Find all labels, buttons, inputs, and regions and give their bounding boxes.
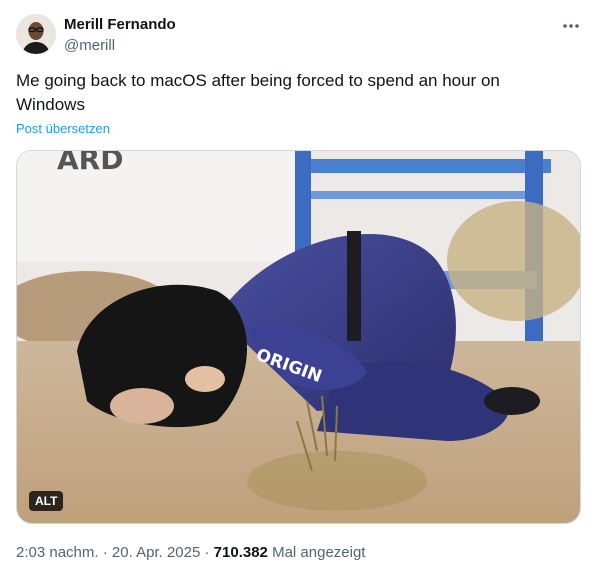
translate-post-link[interactable]: Post übersetzen	[16, 121, 110, 137]
views-label: Mal angezeigt	[272, 544, 366, 561]
alt-text-badge[interactable]: ALT	[29, 491, 64, 511]
tweet-media-image[interactable]: ARD ORIGIN ALT	[16, 150, 581, 524]
author-avatar[interactable]	[16, 14, 56, 54]
separator-dot: ·	[204, 544, 210, 561]
views-count: 710.382	[213, 544, 268, 561]
tweet-time[interactable]: 2:03 nachm.	[16, 544, 99, 561]
tweet-date[interactable]: 20. Apr. 2025	[112, 544, 200, 561]
more-horizontal-icon	[563, 24, 579, 28]
tweet-timestamp[interactable]: 2:03 nachm. · 20. Apr. 2025	[16, 544, 200, 561]
avatar-image	[16, 14, 56, 54]
author-name[interactable]: Merill Fernando	[64, 15, 176, 35]
media-photo: ARD ORIGIN	[17, 151, 580, 523]
tweet-metadata: 2:03 nachm. · 20. Apr. 2025 · 710.382 Ma…	[16, 543, 365, 563]
sign-text: ARD	[57, 151, 123, 176]
more-options-button[interactable]	[557, 14, 585, 38]
tweet-text: Me going back to macOS after being force…	[16, 71, 500, 114]
author-handle[interactable]: @merill	[64, 36, 115, 56]
separator-dot: ·	[102, 544, 108, 561]
tweet-card: Merill Fernando @merill Me going back to…	[0, 0, 593, 569]
